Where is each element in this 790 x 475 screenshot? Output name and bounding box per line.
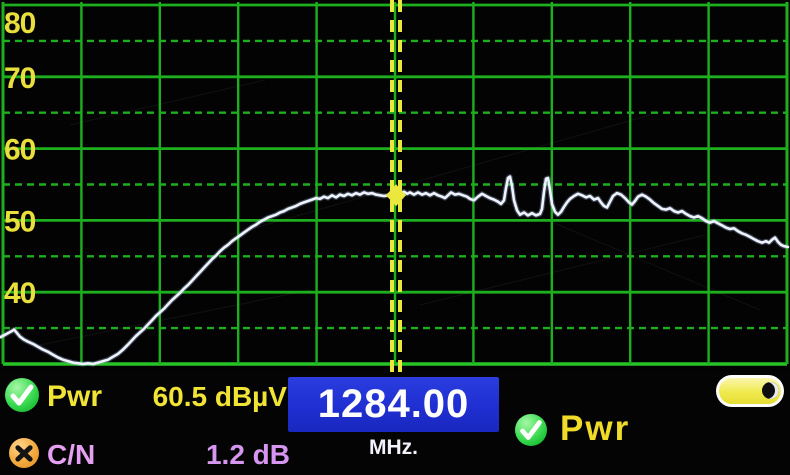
spectrum-chart: 80 70 60 50 40 bbox=[0, 0, 790, 373]
cn-value: 1.2 dB bbox=[205, 439, 290, 470]
cn-status-cross-icon bbox=[9, 438, 39, 468]
frequency-value: 1284.00 bbox=[317, 382, 470, 426]
y-axis-label: 60 bbox=[4, 134, 36, 167]
pwr-label: Pwr bbox=[47, 380, 103, 413]
status-bar: Pwr 60.5 dBµV 1284.00 MHz. Pwr C/N 1.2 d… bbox=[0, 372, 790, 475]
cn-label: C/N bbox=[47, 439, 96, 470]
satfinder-screen: 80 70 60 50 40 Pwr 60.5 dBµV 1284.00 MHz. Pw… bbox=[0, 0, 790, 475]
battery-icon bbox=[716, 375, 784, 407]
y-axis-label: 40 bbox=[4, 277, 36, 310]
marker-status-check-icon bbox=[515, 414, 547, 446]
pwr-value: 60.5 dBµV bbox=[152, 381, 287, 412]
pwr-status-check-icon bbox=[5, 378, 39, 412]
y-axis-label: 50 bbox=[4, 205, 36, 238]
marker-mode-label: Pwr bbox=[560, 409, 631, 448]
y-axis-label: 70 bbox=[4, 62, 36, 95]
y-axis-label: 80 bbox=[4, 7, 36, 40]
frequency-unit: MHz. bbox=[369, 436, 418, 459]
battery-nub bbox=[762, 382, 779, 399]
spectrum-chart-area: 80 70 60 50 40 bbox=[0, 0, 790, 373]
frequency-display: 1284.00 bbox=[288, 377, 499, 432]
